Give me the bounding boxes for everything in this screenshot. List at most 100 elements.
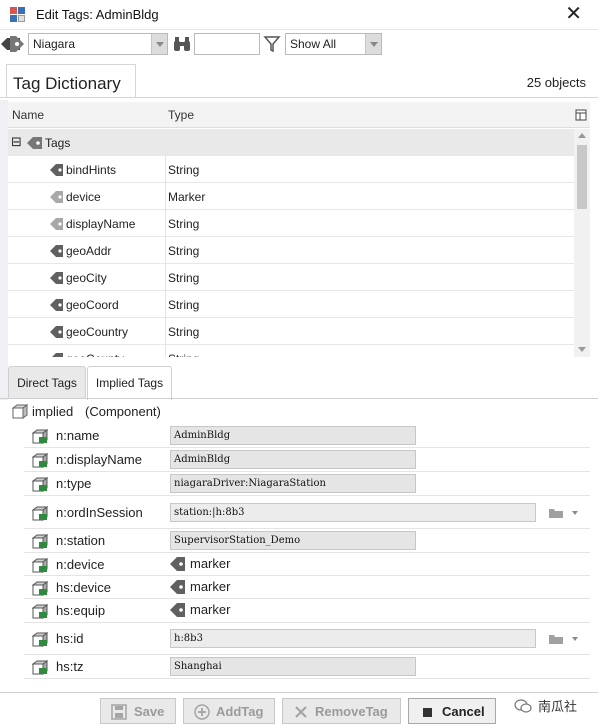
column-header-type[interactable]: Type: [168, 108, 194, 122]
tag-icon: [170, 580, 185, 594]
tab-direct-tags[interactable]: Direct Tags: [8, 366, 86, 399]
folder-icon[interactable]: [548, 633, 564, 645]
tag-type: String: [168, 271, 200, 285]
implied-root-row[interactable]: implied (Component): [8, 400, 590, 424]
column-separator: [165, 210, 166, 237]
table-row[interactable]: geoCity String: [8, 264, 574, 291]
binoculars-icon[interactable]: [173, 36, 191, 52]
dictionary-select-value: Niagara: [33, 37, 76, 51]
tag-dictionary-icon: [1, 36, 24, 52]
scroll-down-icon[interactable]: [578, 347, 586, 352]
implied-tag-row[interactable]: n:displayName AdminBldg: [24, 448, 590, 472]
implied-tag-row[interactable]: hs:device marker: [24, 576, 590, 599]
collapse-icon[interactable]: ⊟: [11, 134, 22, 150]
scroll-up-icon[interactable]: [578, 133, 586, 138]
implied-tag-value-field[interactable]: h:8b3: [170, 629, 536, 648]
implied-tag-name: hs:equip: [56, 603, 106, 618]
marker-value: marker: [170, 602, 230, 621]
column-separator: [165, 183, 166, 210]
implied-tag-icon: [32, 632, 48, 647]
background-window-edge: [0, 100, 8, 400]
close-icon[interactable]: ✕: [565, 4, 582, 24]
implied-tag-name: hs:tz: [56, 659, 84, 674]
tag-icon: [50, 272, 63, 284]
implied-tag-row[interactable]: n:station SupervisorStation_Demo: [24, 529, 590, 553]
divider: [0, 97, 598, 98]
implied-tag-icon: [32, 534, 48, 549]
save-icon: [111, 704, 127, 720]
implied-tag-value-field: SupervisorStation_Demo: [170, 531, 416, 550]
implied-tag-row[interactable]: n:name AdminBldg: [24, 424, 590, 448]
scrollbar-thumb[interactable]: [577, 145, 587, 209]
table-scrollbar[interactable]: [574, 129, 590, 357]
implied-tag-name: n:ordInSession: [56, 505, 143, 520]
tag-name: geoCountry: [66, 325, 129, 339]
tab-implied-tags[interactable]: Implied Tags: [87, 366, 172, 400]
implied-tag-value-field[interactable]: station:|h:8b3: [170, 503, 536, 522]
table-row[interactable]: geoCountry String: [8, 318, 574, 345]
implied-tag-name: n:displayName: [56, 452, 142, 467]
implied-tag-icon: [32, 604, 48, 619]
implied-tag-icon: [32, 429, 48, 444]
table-row[interactable]: displayName String: [8, 210, 574, 237]
tag-name: geoCity: [66, 271, 107, 285]
implied-tag-row[interactable]: n:type niagaraDriver:NiagaraStation: [24, 472, 590, 496]
table-row[interactable]: geoCoord String: [8, 291, 574, 318]
component-icon: [12, 404, 28, 419]
table-row[interactable]: geoAddr String: [8, 237, 574, 264]
tab-divider: [0, 398, 598, 399]
remove-tag-button[interactable]: RemoveTag: [282, 698, 401, 724]
implied-tag-name: hs:id: [56, 631, 84, 646]
tag-icon: [50, 326, 63, 338]
chevron-down-icon[interactable]: [151, 34, 167, 54]
remove-tag-label: RemoveTag: [315, 704, 388, 719]
tag-icon: [50, 191, 63, 203]
implied-tag-row[interactable]: hs:id h:8b3: [24, 623, 590, 655]
tag-type: String: [168, 352, 199, 357]
implied-tag-icon: [32, 581, 48, 596]
table-row[interactable]: geoCounty String: [8, 345, 574, 357]
add-icon: [194, 704, 210, 720]
root-type: (Component): [85, 404, 161, 419]
marker-label: marker: [190, 556, 231, 571]
chevron-down-icon[interactable]: [572, 511, 578, 515]
show-filter-select[interactable]: Show All: [285, 33, 382, 55]
save-button[interactable]: Save: [100, 698, 176, 724]
implied-tag-name: n:station: [56, 533, 106, 548]
marker-label: marker: [190, 602, 231, 617]
tag-icon: [50, 299, 63, 311]
dictionary-select[interactable]: Niagara: [28, 33, 168, 55]
chevron-down-icon[interactable]: [365, 34, 381, 54]
tag-type: String: [168, 298, 200, 312]
implied-tag-row[interactable]: n:device marker: [24, 553, 590, 576]
tag-type: String: [168, 325, 200, 339]
cancel-button[interactable]: Cancel: [408, 698, 496, 724]
column-header-name[interactable]: Name: [12, 108, 44, 122]
add-tag-button[interactable]: AddTag: [183, 698, 275, 724]
stop-icon: [423, 708, 432, 717]
implied-tag-row[interactable]: n:ordInSession station:|h:8b3: [24, 496, 590, 529]
marker-value: marker: [170, 579, 230, 598]
tag-type: String: [168, 163, 200, 177]
tag-type: String: [168, 244, 200, 258]
folder-icon[interactable]: [548, 507, 564, 519]
tag-dictionary-tab[interactable]: Tag Dictionary: [6, 64, 136, 98]
cancel-label: Cancel: [442, 704, 485, 719]
tag-icon: [170, 557, 185, 571]
column-chooser-icon[interactable]: [575, 109, 587, 121]
wechat-icon: [514, 699, 532, 713]
filter-icon[interactable]: [263, 35, 281, 53]
implied-tag-row[interactable]: hs:equip marker: [24, 599, 590, 623]
show-filter-value: Show All: [290, 37, 337, 51]
tags-group-icon: [27, 137, 42, 149]
root-name: implied: [32, 404, 74, 419]
save-label: Save: [134, 704, 165, 719]
filter-input[interactable]: [194, 33, 260, 55]
chevron-down-icon[interactable]: [572, 637, 578, 641]
implied-tag-row[interactable]: hs:tz Shanghai: [24, 655, 590, 679]
table-row[interactable]: bindHints String: [8, 156, 574, 183]
table-row-group-tags[interactable]: ⊟ Tags: [8, 129, 574, 156]
table-row[interactable]: device Marker: [8, 183, 574, 210]
column-separator: [165, 156, 166, 183]
column-separator: [165, 237, 166, 264]
